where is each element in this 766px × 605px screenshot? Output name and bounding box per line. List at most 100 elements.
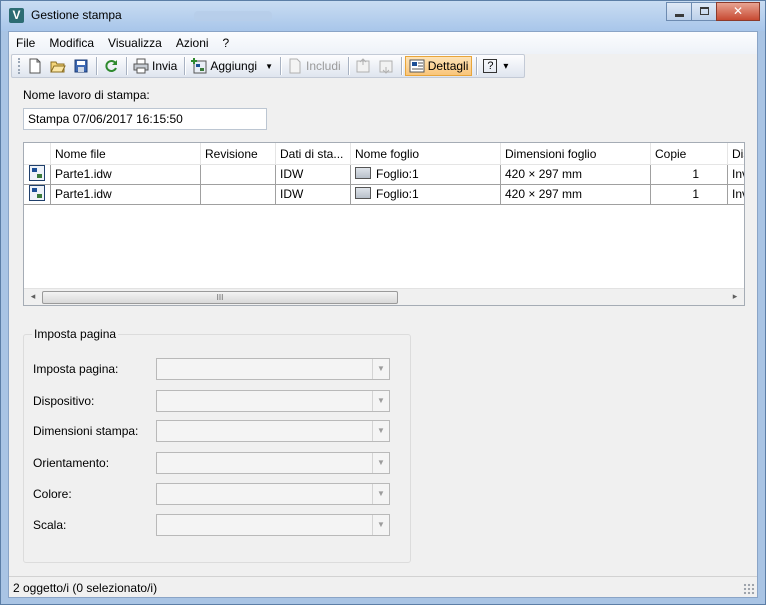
- toolbar-separator: [476, 57, 478, 75]
- data-cell: IDW: [276, 165, 351, 185]
- save-button[interactable]: [70, 56, 92, 76]
- column-header-revision[interactable]: Revisione: [201, 143, 276, 165]
- chevron-down-icon: ▼: [372, 359, 389, 379]
- device-row: Dispositivo: ▼: [33, 390, 393, 412]
- move-up-button[interactable]: [352, 56, 374, 76]
- horizontal-scrollbar[interactable]: ◂ III ▸: [24, 288, 744, 305]
- move-down-button[interactable]: [375, 56, 397, 76]
- menu-azioni[interactable]: Azioni: [169, 36, 216, 50]
- close-button[interactable]: ✕: [716, 2, 760, 21]
- print-size-row: Dimensioni stampa: ▼: [33, 420, 393, 442]
- column-header-copies[interactable]: Copie: [651, 143, 728, 165]
- send-button[interactable]: Invia: [130, 56, 180, 76]
- chevron-down-icon: ▼: [265, 61, 273, 71]
- sheet-size-cell: 420 × 297 mm: [501, 165, 651, 185]
- toolbar-separator: [280, 57, 281, 75]
- sheet-name-cell: Foglio:1: [351, 185, 501, 205]
- device-select[interactable]: ▼: [156, 390, 390, 412]
- table-row[interactable]: Parte1.idw IDW Foglio:1 420 × 297 mm 1 I…: [24, 165, 744, 185]
- scrollbar-thumb[interactable]: III: [42, 291, 398, 304]
- include-icon: [289, 58, 301, 74]
- list-header: Nome file Revisione Dati di sta... Nome …: [24, 143, 744, 165]
- client-area: File Modifica Visualizza Azioni ? Invia …: [8, 31, 758, 598]
- send-label: Invia: [152, 59, 178, 73]
- menu-bar: File Modifica Visualizza Azioni ?: [9, 32, 757, 54]
- chevron-down-icon: ▼: [372, 391, 389, 411]
- title-bar[interactable]: V Gestione stampa ✕: [1, 1, 765, 31]
- orientation-select[interactable]: ▼: [156, 452, 390, 474]
- drawing-file-icon: [29, 165, 45, 181]
- page-setup-select[interactable]: ▼: [156, 358, 390, 380]
- color-row: Colore: ▼: [33, 483, 393, 505]
- add-dropdown-button[interactable]: Aggiungi ▼: [188, 56, 276, 76]
- refresh-button[interactable]: [100, 56, 122, 76]
- resize-grip-icon[interactable]: [743, 583, 755, 595]
- status-text: 2 oggetto/i (0 selezionato/i): [13, 581, 158, 595]
- menu-file[interactable]: File: [9, 36, 42, 50]
- revision-cell: [201, 185, 276, 205]
- minimize-icon: [675, 14, 684, 17]
- details-toggle-button[interactable]: Dettagli: [404, 56, 473, 76]
- scale-label: Scala:: [33, 518, 67, 532]
- window-title: Gestione stampa: [31, 8, 122, 22]
- chevron-down-icon: ▼: [372, 453, 389, 473]
- toolbar-separator: [96, 57, 97, 75]
- page-setup-group: Imposta pagina Imposta pagina: ▼ Disposi…: [23, 327, 411, 563]
- toolbar: Invia Aggiungi ▼ Includi Dettagli ? ▾: [11, 54, 525, 78]
- dis-cell: Inv: [728, 185, 744, 205]
- sheet-name-cell: Foglio:1: [351, 165, 501, 185]
- print-size-label: Dimensioni stampa:: [33, 424, 139, 438]
- add-label: Aggiungi: [210, 59, 258, 73]
- new-document-icon: [29, 58, 41, 74]
- menu-visualizza[interactable]: Visualizza: [101, 36, 169, 50]
- print-job-list[interactable]: Nome file Revisione Dati di sta... Nome …: [23, 142, 745, 306]
- sheet-size-cell: 420 × 297 mm: [501, 185, 651, 205]
- job-name-input[interactable]: Stampa 07/06/2017 16:15:50: [23, 108, 267, 130]
- device-label: Dispositivo:: [33, 394, 95, 408]
- column-header-data[interactable]: Dati di sta...: [276, 143, 351, 165]
- file-name-cell: Parte1.idw: [51, 165, 201, 185]
- help-button[interactable]: ?: [480, 56, 500, 76]
- sheet-icon: [355, 187, 371, 199]
- open-button[interactable]: [47, 56, 69, 76]
- save-disk-icon: [74, 59, 88, 73]
- scroll-right-icon[interactable]: ▸: [728, 291, 742, 303]
- chevron-down-icon: ▼: [372, 484, 389, 504]
- toolbar-separator: [126, 57, 127, 75]
- add-icon: [191, 58, 207, 74]
- column-header-dis[interactable]: Dis: [728, 143, 744, 165]
- blurred-title-region: [194, 11, 272, 21]
- toolbar-overflow-icon[interactable]: ▾: [501, 56, 510, 76]
- copies-cell: 1: [651, 185, 728, 205]
- minimize-button[interactable]: [666, 2, 692, 21]
- table-row[interactable]: Parte1.idw IDW Foglio:1 420 × 297 mm 1 I…: [24, 185, 744, 205]
- toolbar-separator: [347, 57, 349, 75]
- dis-cell: Inv: [728, 165, 744, 185]
- column-header-sheet-size[interactable]: Dimensioni foglio: [501, 143, 651, 165]
- new-button[interactable]: [24, 56, 46, 76]
- menu-help[interactable]: ?: [216, 36, 237, 50]
- close-icon: ✕: [732, 4, 744, 18]
- app-logo-icon: V: [9, 8, 24, 23]
- toolbar-separator: [184, 57, 186, 75]
- details-icon: [409, 59, 425, 73]
- window-controls: ✕: [666, 2, 760, 21]
- toolbar-separator: [400, 57, 402, 75]
- column-header-sheet-name[interactable]: Nome foglio: [351, 143, 501, 165]
- include-button[interactable]: Includi: [284, 56, 344, 76]
- scale-select[interactable]: ▼: [156, 514, 390, 536]
- drawing-file-icon: [29, 185, 45, 201]
- color-select[interactable]: ▼: [156, 483, 390, 505]
- print-size-select[interactable]: ▼: [156, 420, 390, 442]
- maximize-icon: [700, 7, 709, 15]
- sheet-name-text: Foglio:1: [376, 167, 419, 181]
- toolbar-grip[interactable]: [18, 58, 21, 74]
- scroll-left-icon[interactable]: ◂: [26, 291, 40, 303]
- print-manager-window: V Gestione stampa ✕ File Modifica Visual…: [0, 0, 766, 605]
- orientation-row: Orientamento: ▼: [33, 452, 393, 474]
- menu-modifica[interactable]: Modifica: [42, 36, 101, 50]
- scale-row: Scala: ▼: [33, 514, 393, 536]
- maximize-button[interactable]: [691, 2, 717, 21]
- column-header-icon[interactable]: [24, 143, 51, 165]
- column-header-file-name[interactable]: Nome file: [51, 143, 201, 165]
